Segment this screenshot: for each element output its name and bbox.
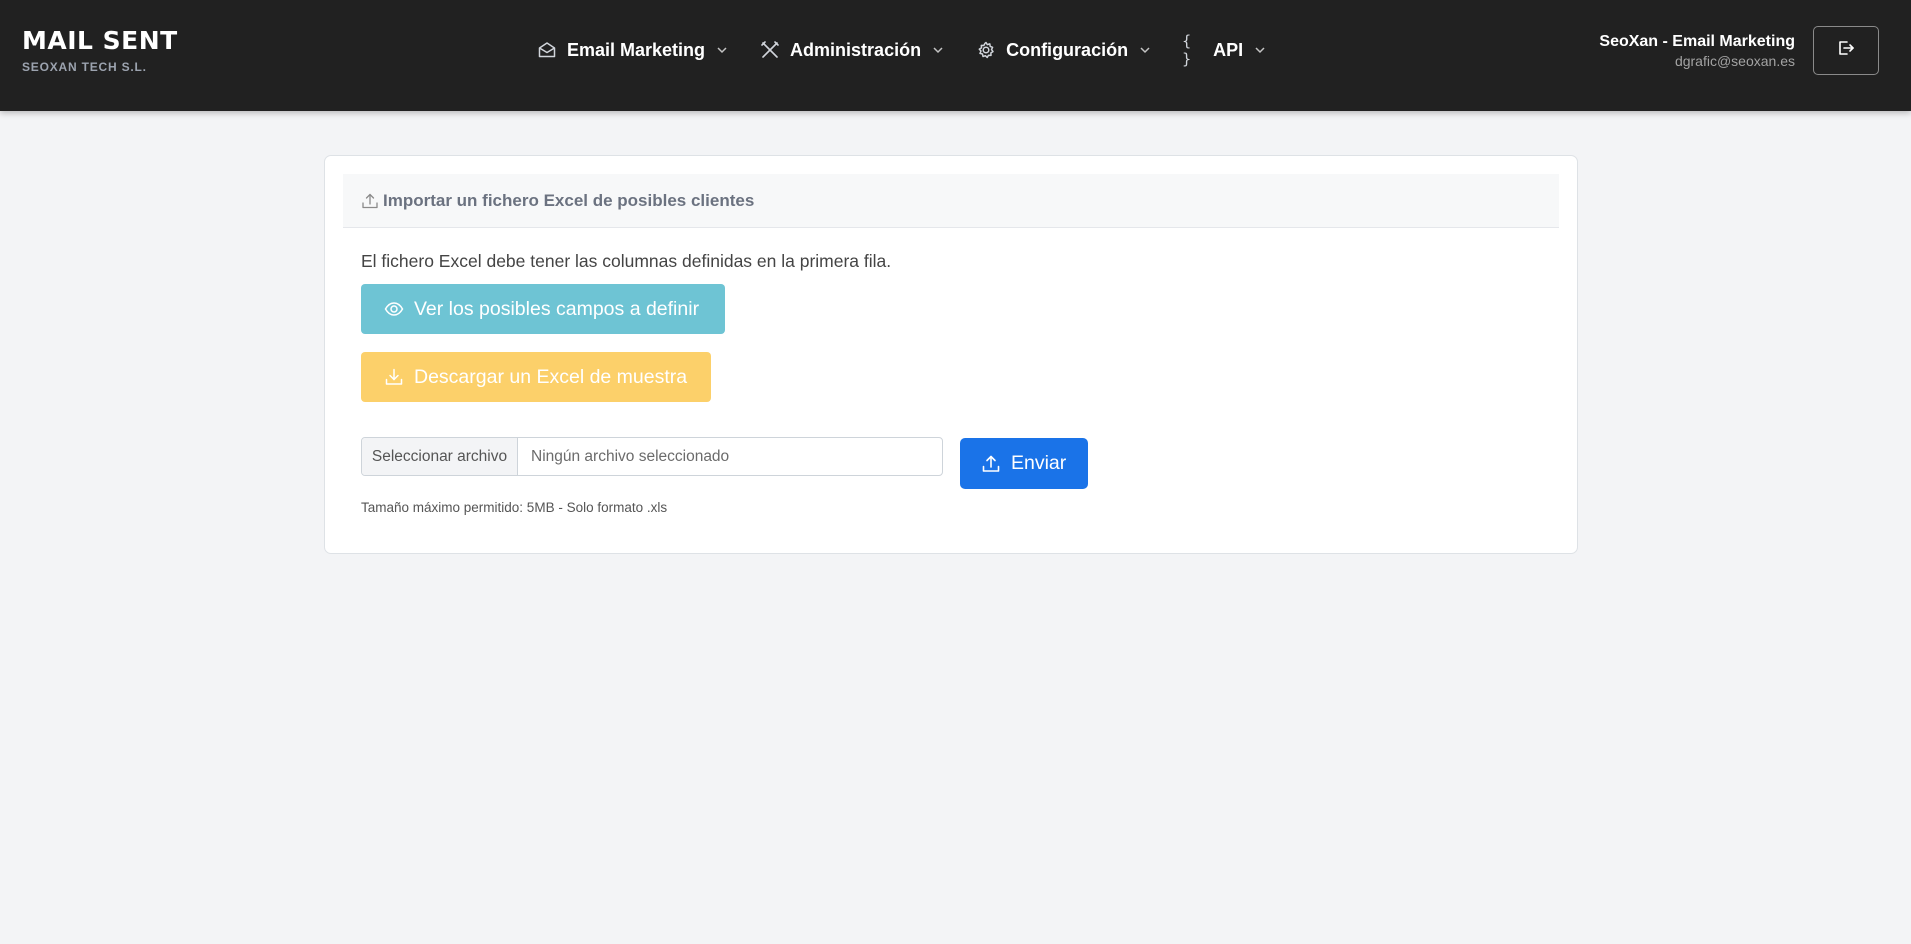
chevron-down-icon — [715, 43, 729, 57]
logout-button[interactable] — [1813, 26, 1879, 75]
gear-icon — [975, 39, 997, 61]
eye-icon — [384, 302, 404, 316]
chevron-down-icon — [931, 43, 945, 57]
upload-icon — [362, 193, 378, 208]
file-input[interactable]: Seleccionar archivo Ningún archivo selec… — [361, 437, 943, 476]
download-sample-button[interactable]: Descargar un Excel de muestra — [361, 352, 711, 402]
nav-label: Email Marketing — [567, 39, 706, 60]
nav-item-administracion[interactable]: Administración — [759, 36, 945, 64]
card-title: Importar un fichero Excel de posibles cl… — [383, 190, 755, 210]
envelope-open-icon — [536, 39, 558, 61]
brand-subtitle: SEOXAN TECH S.L. — [22, 60, 147, 74]
nav-item-configuracion[interactable]: Configuración — [975, 36, 1152, 64]
chevron-down-icon — [1138, 43, 1152, 57]
download-icon — [385, 368, 403, 385]
main-nav: Email Marketing Administración Configura… — [536, 32, 1267, 68]
submit-label: Enviar — [1011, 452, 1067, 474]
nav-item-email-marketing[interactable]: Email Marketing — [536, 36, 729, 64]
logout-icon — [1836, 38, 1856, 63]
user-info: SeoXan - Email Marketing dgrafic@seoxan.… — [1599, 32, 1795, 70]
top-navbar: MAIL SENT SEOXAN TECH S.L. Email Marketi… — [0, 0, 1911, 111]
brand-title[interactable]: MAIL SENT — [22, 26, 178, 56]
select-file-button[interactable]: Seleccionar archivo — [362, 438, 518, 475]
nav-label: Administración — [790, 39, 922, 60]
upload-icon — [982, 455, 1000, 472]
import-card: Importar un fichero Excel de posibles cl… — [324, 155, 1578, 554]
card-header: Importar un fichero Excel de posibles cl… — [343, 174, 1559, 228]
tools-icon — [759, 39, 781, 61]
description-text: El fichero Excel debe tener las columnas… — [361, 251, 892, 271]
download-sample-label: Descargar un Excel de muestra — [414, 365, 688, 388]
nav-label: Configuración — [1006, 39, 1129, 60]
brand[interactable]: MAIL SENT SEOXAN TECH S.L. — [22, 26, 178, 74]
file-status: Ningún archivo seleccionado — [531, 447, 730, 465]
submit-button[interactable]: Enviar — [960, 438, 1088, 489]
nav-item-api[interactable]: { } API — [1182, 32, 1267, 68]
view-fields-label: Ver los posibles campos a definir — [414, 297, 700, 320]
upload-hint: Tamaño máximo permitido: 5MB - Solo form… — [361, 500, 668, 515]
view-fields-button[interactable]: Ver los posibles campos a definir — [361, 284, 725, 334]
braces-icon: { } — [1182, 32, 1192, 68]
user-email: dgrafic@seoxan.es — [1674, 53, 1795, 69]
chevron-down-icon — [1253, 43, 1267, 57]
user-name: SeoXan - Email Marketing — [1599, 33, 1795, 50]
nav-label: API — [1213, 39, 1244, 60]
